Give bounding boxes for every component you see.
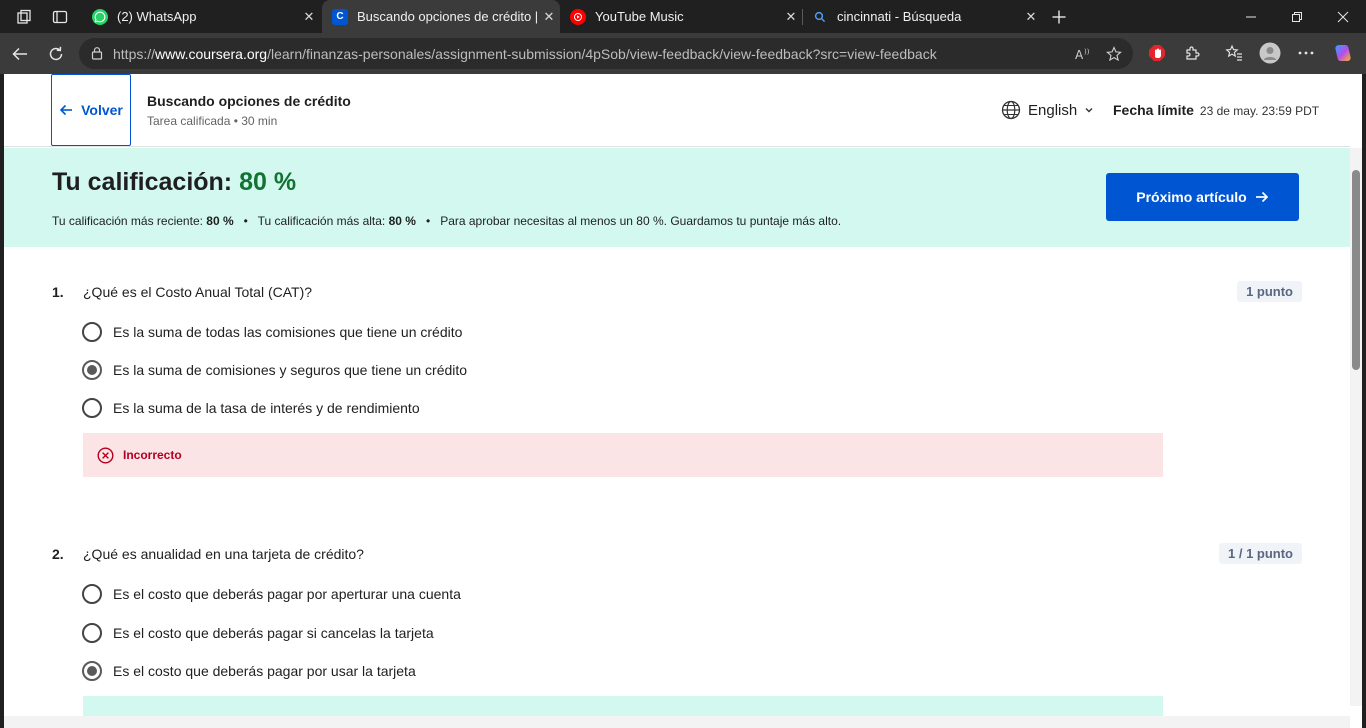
restore-icon[interactable]: [1274, 0, 1320, 33]
url-path: /learn/finanzas-personales/assignment-su…: [267, 46, 937, 62]
answer-option[interactable]: Es el costo que deberás pagar por usar l…: [82, 661, 416, 681]
grade-summary: Tu calificación más reciente: 80 % • Tu …: [52, 214, 842, 228]
scroll-thumb[interactable]: [1352, 170, 1360, 370]
back-button[interactable]: Volver: [51, 74, 131, 146]
tab-youtube-music[interactable]: YouTube Music ✕: [560, 0, 802, 33]
question-number: 1.: [52, 284, 64, 300]
recent-grade-value: 80 %: [206, 214, 234, 228]
answer-option[interactable]: Es la suma de comisiones y seguros que t…: [82, 360, 467, 380]
feedback-label: Incorrecto: [123, 448, 182, 462]
question-text: ¿Qué es anualidad en una tarjeta de créd…: [83, 546, 364, 562]
deadline-value: 23 de may. 23:59 PDT: [1199, 104, 1320, 118]
language-label: English: [1028, 101, 1078, 119]
language-selector[interactable]: English: [1001, 100, 1094, 120]
highest-grade-value: 80 %: [388, 214, 416, 228]
question-points-badge: 1 punto: [1237, 281, 1302, 302]
search-icon: [812, 9, 828, 25]
grade-title: Tu calificación: 80 %: [52, 168, 296, 197]
arrow-left-icon: [59, 104, 73, 116]
tab-title: cincinnati - Búsqueda: [837, 9, 962, 24]
lock-icon[interactable]: [90, 46, 104, 60]
arrow-right-icon: [1255, 191, 1268, 203]
back-arrow-icon[interactable]: [8, 42, 32, 66]
assignment-title: Buscando opciones de crédito: [147, 93, 351, 109]
answer-option[interactable]: Es el costo que deberás pagar por apertu…: [82, 584, 461, 604]
close-window-icon[interactable]: [1320, 0, 1366, 33]
radio-button[interactable]: [82, 584, 102, 604]
minimize-icon[interactable]: [1228, 0, 1274, 33]
grade-title-label: Tu calificación:: [52, 168, 233, 196]
whatsapp-icon: [92, 8, 108, 25]
radio-button-selected[interactable]: [82, 360, 102, 380]
question-points-badge: 1 / 1 punto: [1219, 543, 1302, 564]
recent-grade-label: Tu calificación más reciente:: [52, 214, 203, 228]
question-number: 2.: [52, 546, 64, 562]
next-item-label: Próximo artículo: [1136, 189, 1247, 205]
close-tab-icon[interactable]: ✕: [298, 9, 320, 25]
coursera-icon: C: [332, 8, 348, 25]
read-aloud-icon[interactable]: A)): [1073, 45, 1091, 63]
tab-title: (2) WhatsApp: [117, 9, 197, 24]
feedback-incorrect: Incorrecto: [83, 433, 1163, 477]
new-tab-icon[interactable]: [1049, 7, 1069, 27]
radio-button[interactable]: [82, 322, 102, 342]
error-circle-icon: [97, 446, 114, 464]
svg-text:)): )): [1084, 48, 1090, 56]
assignment-subtitle: Tarea calificada • 30 min: [147, 114, 278, 128]
deadline: Fecha límite 23 de may. 23:59 PDT: [1113, 102, 1319, 118]
option-label: Es la suma de comisiones y seguros que t…: [113, 362, 468, 378]
more-options-icon[interactable]: [1295, 42, 1317, 64]
radio-button[interactable]: [82, 623, 102, 643]
tab-whatsapp[interactable]: (2) WhatsApp ✕: [82, 0, 320, 33]
option-label: Es el costo que deberás pagar por usar l…: [113, 663, 416, 679]
option-label: Es la suma de todas las comisiones que t…: [113, 324, 463, 340]
url-prefix: https://: [113, 46, 156, 62]
question-text: ¿Qué es el Costo Anual Total (CAT)?: [83, 284, 313, 300]
radio-button-selected[interactable]: [82, 661, 102, 681]
highest-grade-label: Tu calificación más alta:: [257, 214, 386, 228]
profile-avatar-icon[interactable]: [1259, 42, 1281, 64]
tab-coursera[interactable]: C Buscando opciones de crédito | C ✕: [322, 0, 560, 33]
horizontal-scrollbar[interactable]: [4, 716, 1350, 728]
close-tab-icon[interactable]: ✕: [538, 9, 560, 25]
favorites-icon[interactable]: [1223, 42, 1245, 64]
svg-text:A: A: [1075, 48, 1084, 62]
reload-icon[interactable]: [44, 42, 68, 66]
deadline-label: Fecha límite: [1113, 102, 1194, 118]
tab-title: Buscando opciones de crédito | C: [357, 9, 538, 24]
answer-option[interactable]: Es el costo que deberás pagar si cancela…: [82, 623, 434, 643]
browser-toolbar: https://www.coursera.org/learn/finanzas-…: [0, 33, 1366, 74]
assignment-header: Volver Buscando opciones de crédito Tare…: [4, 74, 1350, 147]
url-domain: www.coursera.org: [155, 46, 268, 62]
page-content: Volver Buscando opciones de crédito Tare…: [4, 74, 1362, 728]
option-label: Es el costo que deberás pagar por apertu…: [113, 586, 461, 602]
browser-tab-bar: (2) WhatsApp ✕ C Buscando opciones de cr…: [0, 0, 1366, 33]
copilot-icon[interactable]: [1332, 42, 1354, 64]
workspaces-icon[interactable]: [14, 7, 34, 27]
grade-value: 80 %: [239, 168, 297, 196]
globe-icon: [1001, 100, 1021, 120]
youtube-music-icon: [570, 8, 586, 25]
option-label: Es la suma de la tasa de interés y de re…: [113, 400, 420, 416]
option-label: Es el costo que deberás pagar si cancela…: [113, 625, 434, 641]
answer-option[interactable]: Es la suma de todas las comisiones que t…: [82, 322, 462, 342]
address-bar[interactable]: https://www.coursera.org/learn/finanzas-…: [79, 38, 1133, 69]
tab-actions-icon[interactable]: [50, 7, 70, 27]
vertical-scrollbar[interactable]: [1350, 148, 1362, 706]
next-item-button[interactable]: Próximo artículo: [1106, 173, 1299, 221]
url-text[interactable]: https://www.coursera.org/learn/finanzas-…: [113, 46, 937, 62]
back-label: Volver: [81, 102, 123, 118]
pass-note: Para aprobar necesitas al menos un 80 %.…: [440, 214, 842, 228]
tab-title: YouTube Music: [595, 9, 684, 24]
feedback-correct: [83, 696, 1163, 716]
radio-button[interactable]: [82, 398, 102, 418]
chevron-down-icon: [1085, 108, 1093, 113]
favorite-star-icon[interactable]: [1105, 45, 1123, 63]
close-tab-icon[interactable]: ✕: [780, 9, 802, 25]
close-tab-icon[interactable]: ✕: [1020, 9, 1042, 25]
tab-search[interactable]: cincinnati - Búsqueda ✕: [802, 0, 1042, 33]
adblock-extension-icon[interactable]: [1146, 42, 1168, 64]
extensions-puzzle-icon[interactable]: [1182, 42, 1204, 64]
answer-option[interactable]: Es la suma de la tasa de interés y de re…: [82, 398, 420, 418]
